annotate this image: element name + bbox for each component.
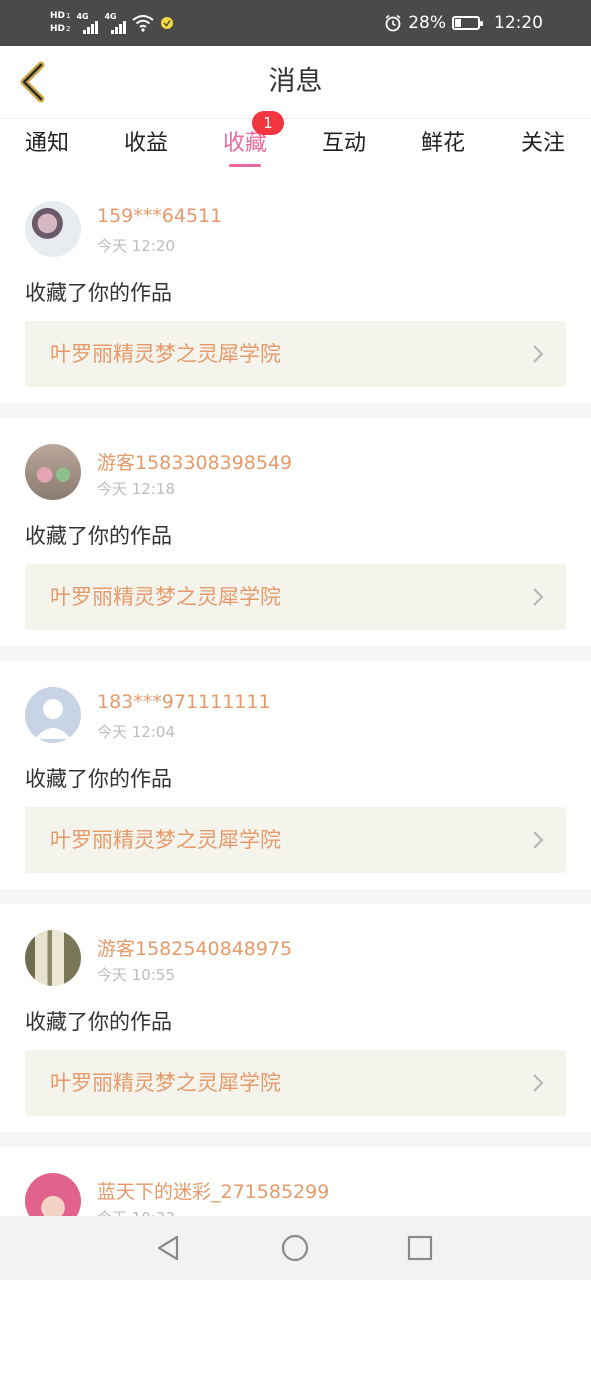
avatar[interactable] bbox=[25, 444, 81, 500]
work-title: 叶罗丽精灵梦之灵犀学院 bbox=[50, 342, 281, 366]
message-item: 游客1582540848975 今天 10:55 收藏了你的作品 叶罗丽精灵梦之… bbox=[0, 904, 591, 1132]
work-card[interactable]: 叶罗丽精灵梦之灵犀学院 bbox=[25, 1050, 566, 1116]
wifi-icon bbox=[132, 15, 155, 32]
top-app-bar: 消息 bbox=[0, 46, 591, 119]
work-title: 叶罗丽精灵梦之灵犀学院 bbox=[50, 585, 281, 609]
default-user-icon bbox=[35, 699, 71, 739]
net-type-1: 4G bbox=[76, 12, 89, 21]
tab-follows[interactable]: 关注 bbox=[498, 119, 588, 175]
tab-earnings[interactable]: 收益 bbox=[101, 119, 191, 175]
signal-2-icon: 4G bbox=[104, 12, 127, 34]
work-title: 叶罗丽精灵梦之灵犀学院 bbox=[50, 1071, 281, 1095]
system-nav-bar bbox=[0, 1216, 591, 1280]
divider bbox=[0, 646, 591, 661]
work-card[interactable]: 叶罗丽精灵梦之灵犀学院 bbox=[25, 807, 566, 873]
username[interactable]: 游客1582540848975 bbox=[97, 934, 292, 961]
username[interactable]: 游客1583308398549 bbox=[97, 448, 292, 475]
net-type-2: 4G bbox=[104, 12, 117, 21]
username[interactable]: 159***64511 bbox=[97, 205, 222, 227]
back-button[interactable] bbox=[12, 60, 52, 104]
chevron-left-icon bbox=[20, 61, 45, 103]
message-action: 收藏了你的作品 bbox=[25, 524, 172, 548]
unread-badge: 1 bbox=[252, 111, 284, 135]
hd1-sub: 1 bbox=[66, 12, 71, 20]
chevron-right-icon bbox=[533, 345, 544, 363]
message-time: 今天 10:55 bbox=[97, 966, 175, 984]
chevron-right-icon bbox=[533, 588, 544, 606]
nav-recent-button[interactable] bbox=[404, 1232, 436, 1264]
message-action: 收藏了你的作品 bbox=[25, 767, 172, 791]
tab-label: 通知 bbox=[24, 131, 69, 156]
message-action: 收藏了你的作品 bbox=[25, 1010, 172, 1034]
message-item: 183***971111111 今天 12:04 收藏了你的作品 叶罗丽精灵梦之… bbox=[0, 661, 591, 889]
work-title: 叶罗丽精灵梦之灵犀学院 bbox=[50, 828, 281, 852]
username[interactable]: 183***971111111 bbox=[97, 691, 271, 713]
message-tabs: 通知 收益 收藏 1 互动 鲜花 关注 bbox=[0, 111, 591, 175]
tab-label: 互动 bbox=[321, 131, 366, 156]
username[interactable]: 蓝天下的迷彩_271585299 bbox=[97, 1177, 329, 1204]
alarm-icon bbox=[385, 14, 401, 32]
avatar[interactable] bbox=[25, 201, 81, 257]
clock: 12:20 bbox=[494, 13, 543, 33]
status-bar: HD 1 HD 2 4G 4G 28% 12:20 bbox=[0, 0, 591, 46]
triangle-back-icon bbox=[157, 1235, 179, 1261]
tab-label: 鲜花 bbox=[420, 131, 465, 156]
avatar[interactable] bbox=[25, 930, 81, 986]
hd2-label: HD bbox=[50, 24, 66, 34]
notification-app-icon bbox=[161, 17, 174, 29]
message-time: 今天 12:18 bbox=[97, 480, 175, 498]
tab-flowers[interactable]: 鲜花 bbox=[398, 119, 488, 175]
work-card[interactable]: 叶罗丽精灵梦之灵犀学院 bbox=[25, 564, 566, 630]
tab-interactions[interactable]: 互动 bbox=[299, 119, 389, 175]
chevron-right-icon bbox=[533, 1074, 544, 1092]
tab-favorites[interactable]: 收藏 1 bbox=[200, 111, 290, 175]
square-recent-icon bbox=[407, 1235, 433, 1261]
tab-notice[interactable]: 通知 bbox=[2, 119, 92, 175]
hd2-sub: 2 bbox=[66, 25, 71, 33]
divider bbox=[0, 1132, 591, 1147]
nav-back-button[interactable] bbox=[152, 1232, 184, 1264]
battery-icon bbox=[452, 16, 483, 30]
page-title: 消息 bbox=[268, 66, 323, 97]
message-time: 今天 12:20 bbox=[97, 237, 175, 255]
hd-indicators: HD 1 HD 2 bbox=[50, 11, 70, 35]
message-time: 今天 12:04 bbox=[97, 723, 175, 741]
tab-label: 收益 bbox=[123, 131, 168, 156]
battery-fill bbox=[455, 19, 461, 27]
tab-label: 关注 bbox=[520, 131, 565, 156]
divider bbox=[0, 889, 591, 904]
work-card[interactable]: 叶罗丽精灵梦之灵犀学院 bbox=[25, 321, 566, 387]
circle-home-icon bbox=[281, 1234, 309, 1262]
tab-label: 收藏 bbox=[222, 131, 267, 156]
battery-percent: 28% bbox=[408, 13, 446, 33]
chevron-right-icon bbox=[533, 831, 544, 849]
divider bbox=[0, 403, 591, 418]
message-list: 159***64511 今天 12:20 收藏了你的作品 叶罗丽精灵梦之灵犀学院… bbox=[0, 175, 591, 1375]
message-action: 收藏了你的作品 bbox=[25, 281, 172, 305]
nav-home-button[interactable] bbox=[279, 1232, 311, 1264]
signal-1-icon: 4G bbox=[76, 12, 99, 34]
active-tab-indicator bbox=[229, 164, 261, 167]
message-item: 游客1583308398549 今天 12:18 收藏了你的作品 叶罗丽精灵梦之… bbox=[0, 418, 591, 646]
hd1-label: HD bbox=[50, 11, 66, 21]
avatar[interactable] bbox=[25, 687, 81, 743]
message-item: 159***64511 今天 12:20 收藏了你的作品 叶罗丽精灵梦之灵犀学院 bbox=[0, 175, 591, 403]
